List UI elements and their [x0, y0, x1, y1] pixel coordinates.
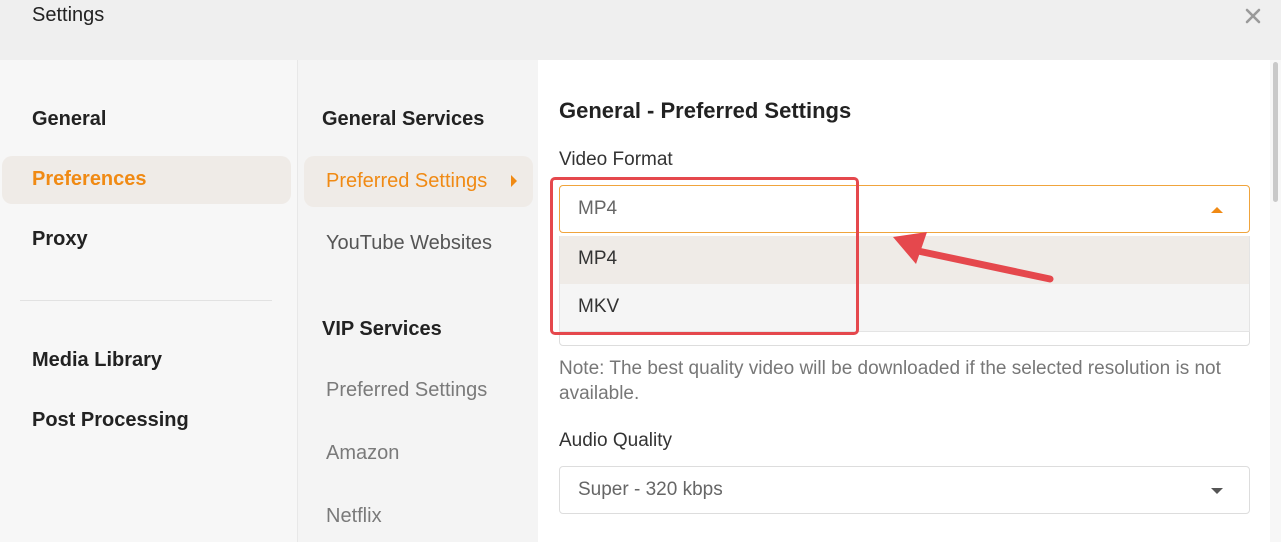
- audio-quality-label: Audio Quality: [559, 430, 673, 451]
- subnav-item-netflix[interactable]: Netflix: [326, 505, 382, 528]
- title-bar: Settings: [0, 0, 1281, 60]
- section-heading-vip-services: VIP Services: [322, 318, 442, 340]
- close-icon: [1245, 8, 1261, 24]
- audio-quality-select[interactable]: Super - 320 kbps: [559, 466, 1250, 514]
- caret-right-icon: [511, 175, 517, 187]
- annotation-highlight-box: [550, 177, 859, 335]
- subnav-item-vip-preferred-settings[interactable]: Preferred Settings: [326, 379, 487, 402]
- sidebar-divider: [20, 300, 272, 301]
- resolution-note: Note: The best quality video will be dow…: [559, 358, 1221, 404]
- scrollbar[interactable]: [1270, 60, 1281, 542]
- sidebar-sub: General Services Preferred Settings YouT…: [297, 60, 539, 542]
- subnav-item-general-preferred-settings[interactable]: Preferred Settings: [326, 170, 487, 193]
- caret-up-icon: [1211, 207, 1223, 213]
- page-title: General - Preferred Settings: [559, 98, 852, 123]
- scrollbar-thumb[interactable]: [1273, 62, 1278, 202]
- video-format-label: Video Format: [559, 149, 673, 170]
- section-heading-general-services: General Services: [322, 108, 485, 130]
- subnav-item-amazon[interactable]: Amazon: [326, 442, 399, 465]
- sidebar-item-preferences[interactable]: Preferences: [32, 168, 147, 191]
- sidebar-item-proxy[interactable]: Proxy: [32, 228, 88, 251]
- audio-quality-value: Super - 320 kbps: [578, 479, 723, 500]
- sidebar-main: General Preferences Proxy Media Library …: [0, 60, 297, 542]
- sidebar-item-media-library[interactable]: Media Library: [32, 349, 162, 372]
- sidebar-item-post-processing[interactable]: Post Processing: [32, 409, 189, 432]
- close-button[interactable]: [1239, 2, 1267, 30]
- window-title: Settings: [32, 4, 105, 26]
- sidebar-item-general[interactable]: General: [32, 108, 106, 131]
- caret-down-icon: [1211, 488, 1223, 494]
- subnav-item-youtube-websites[interactable]: YouTube Websites: [326, 232, 492, 255]
